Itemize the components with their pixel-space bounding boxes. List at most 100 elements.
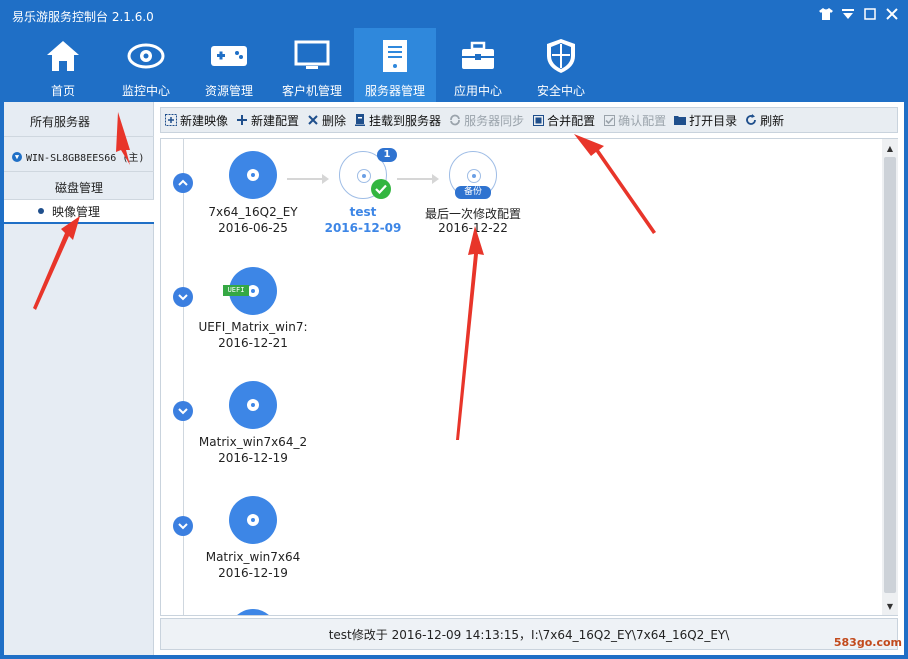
nav-label: 客户机管理 <box>281 84 342 98</box>
button-label: 新建映像 <box>180 113 229 128</box>
status-text: test修改于 2016-12-09 14:13:15，I:\7x64_16Q2… <box>328 627 730 642</box>
image-name: UEFI_Matrix_win7: <box>198 320 308 334</box>
shirt-icon[interactable] <box>818 6 834 22</box>
gamepad-icon <box>207 36 251 76</box>
nav-label: 服务器管理 <box>364 84 425 98</box>
status-bar: test修改于 2016-12-09 14:13:15，I:\7x64_16Q2… <box>160 618 898 650</box>
plus-icon <box>236 114 248 126</box>
maximize-icon[interactable] <box>862 6 878 22</box>
sidebar-label: 磁盘管理 <box>54 181 103 195</box>
nav-label: 首页 <box>50 84 75 98</box>
expand-button[interactable] <box>173 516 193 536</box>
nav-label: 应用中心 <box>453 84 502 98</box>
shield-icon <box>539 36 583 76</box>
image-disc[interactable] <box>229 496 277 544</box>
image-date: 2016-06-25 <box>218 221 288 235</box>
uefi-badge: UEFI <box>223 285 249 296</box>
version-badge: 1 <box>377 148 397 162</box>
new-image-button[interactable]: 新建映像 <box>165 112 228 129</box>
button-label: 删除 <box>322 113 347 128</box>
nav-security-center[interactable]: 安全中心 <box>520 28 602 102</box>
nav-label: 安全中心 <box>536 84 585 98</box>
backup-badge: 备份 <box>455 186 491 199</box>
sidebar: 所有服务器 ▼ WIN-SL8GB8EES66 (主) 磁盘管理 映像管理 <box>4 102 154 655</box>
nav-monitor-center[interactable]: 监控中心 <box>105 28 187 102</box>
image-name: Matrix_win7x64 <box>205 550 301 564</box>
button-label: 挂载到服务器 <box>369 113 442 128</box>
vertical-scrollbar[interactable]: ▲ ▼ <box>882 139 898 615</box>
merge-icon <box>532 114 544 126</box>
nav-label: 资源管理 <box>204 84 253 98</box>
sidebar-label: 映像管理 <box>52 204 101 219</box>
timeline-line <box>183 139 184 615</box>
image-date: 2016-12-19 <box>218 566 288 580</box>
image-name: test <box>349 205 377 219</box>
window-title: 易乐游服务控制台 2.1.6.0 <box>12 10 154 24</box>
delete-icon <box>307 114 319 126</box>
bullet-icon <box>38 208 44 214</box>
open-directory-button[interactable]: 打开目录 <box>674 112 737 129</box>
image-name: Matrix_win7x64_2 <box>198 435 308 449</box>
nav-home[interactable]: 首页 <box>22 28 104 102</box>
sidebar-all-servers[interactable]: 所有服务器 <box>4 107 154 137</box>
folder-icon <box>674 114 687 126</box>
nav-server-mgmt[interactable]: 服务器管理 <box>354 28 436 102</box>
image-name: 7x64_16Q2_EY <box>208 205 298 219</box>
nav-label: 监控中心 <box>121 84 170 98</box>
scrollbar-thumb[interactable] <box>884 157 896 593</box>
server-icon <box>373 36 417 76</box>
mount-icon <box>354 114 366 126</box>
sidebar-disk-mgmt[interactable]: 磁盘管理 <box>4 176 154 200</box>
monitor-icon <box>290 36 334 76</box>
expand-button[interactable] <box>173 401 193 421</box>
toolbar: 新建映像 新建配置 删除 挂载到服务器 服务器同步 合并配置 确认配置 打开目录… <box>160 107 898 133</box>
check-icon <box>371 179 391 199</box>
confirm-config-button[interactable]: 确认配置 <box>603 112 666 129</box>
image-date: 2016-12-19 <box>218 451 288 465</box>
close-icon[interactable] <box>884 6 900 22</box>
button-label: 服务器同步 <box>464 113 525 128</box>
main-frame: 所有服务器 ▼ WIN-SL8GB8EES66 (主) 磁盘管理 映像管理 新建… <box>4 102 904 655</box>
collapse-button[interactable] <box>173 173 193 193</box>
app-window: 易乐游服务控制台 2.1.6.0 首页 监控中心 资源管理 客户机管理 服务器管… <box>0 0 908 659</box>
refresh-icon <box>745 114 757 126</box>
image-disc[interactable] <box>229 151 277 199</box>
watermark: 583go.com <box>833 636 902 649</box>
menu-down-icon[interactable] <box>840 6 856 22</box>
title-bar: 易乐游服务控制台 2.1.6.0 <box>0 0 908 30</box>
image-disc[interactable] <box>229 609 277 615</box>
mount-to-server-button[interactable]: 挂载到服务器 <box>354 112 441 129</box>
server-sync-button[interactable]: 服务器同步 <box>449 112 524 129</box>
refresh-button[interactable]: 刷新 <box>745 112 784 129</box>
arrow-icon <box>287 174 329 184</box>
sidebar-image-mgmt[interactable]: 映像管理 <box>4 200 154 224</box>
image-name: 最后一次修改配置 <box>424 207 521 221</box>
sync-icon <box>449 114 461 126</box>
sidebar-label: 所有服务器 <box>30 115 91 129</box>
merge-config-button[interactable]: 合并配置 <box>532 112 595 129</box>
image-timeline: 7x64_16Q2_EY 2016-06-25 1 test 2016-12-0… <box>160 138 898 616</box>
toolbox-icon <box>456 36 500 76</box>
image-date: 2016-12-21 <box>218 336 288 350</box>
server-name: WIN-SL8GB8EES66 (主) <box>26 153 145 164</box>
checkbox-icon <box>603 114 615 126</box>
main-nav: 首页 监控中心 资源管理 客户机管理 服务器管理 应用中心 安全中心 <box>0 28 908 102</box>
nav-app-center[interactable]: 应用中心 <box>437 28 519 102</box>
nav-client-mgmt[interactable]: 客户机管理 <box>271 28 353 102</box>
button-label: 刷新 <box>760 113 785 128</box>
expand-button[interactable] <box>173 287 193 307</box>
image-disc[interactable] <box>229 381 277 429</box>
arrow-icon <box>397 174 439 184</box>
button-label: 合并配置 <box>547 113 596 128</box>
eye-icon <box>124 36 168 76</box>
scroll-down-icon[interactable]: ▼ <box>882 599 898 613</box>
sidebar-server-item[interactable]: ▼ WIN-SL8GB8EES66 (主) <box>4 142 154 172</box>
new-image-icon <box>165 114 177 126</box>
chevron-down-icon[interactable]: ▼ <box>12 151 22 162</box>
delete-button[interactable]: 删除 <box>307 112 346 129</box>
nav-resource-mgmt[interactable]: 资源管理 <box>188 28 270 102</box>
new-config-button[interactable]: 新建配置 <box>236 112 299 129</box>
button-label: 打开目录 <box>689 113 738 128</box>
image-date: 2016-12-09 <box>324 221 402 235</box>
scroll-up-icon[interactable]: ▲ <box>882 141 898 155</box>
